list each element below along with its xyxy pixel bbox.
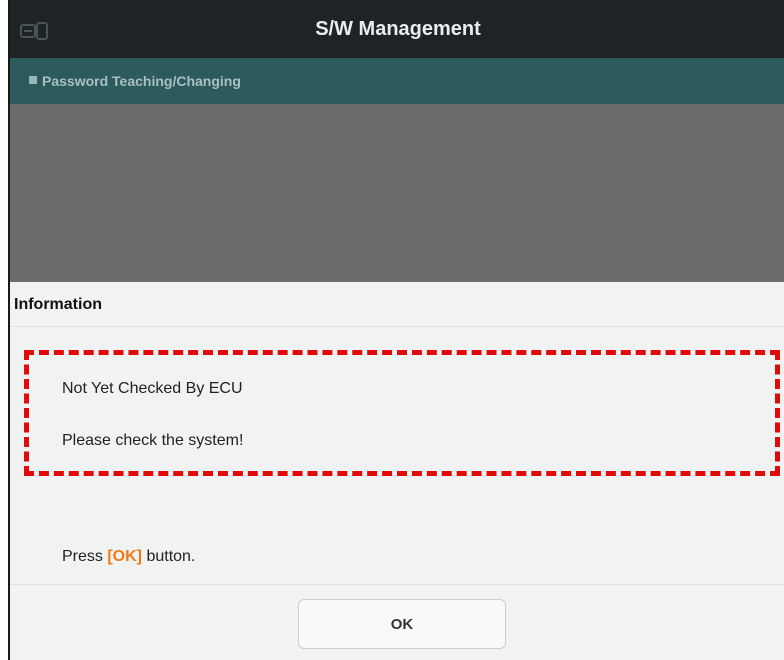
title-bar: S/W Management <box>10 0 784 58</box>
message-line-2: Please check the system! <box>62 432 244 449</box>
message-line-1: Not Yet Checked By ECU <box>62 380 243 397</box>
dialog-title: Information <box>14 296 102 313</box>
app-window: S/W Management Password Teaching/Changin… <box>8 0 784 660</box>
message-highlight-box <box>24 350 780 476</box>
footer-divider <box>10 584 784 585</box>
window-title: S/W Management <box>315 18 481 40</box>
instruction-prefix: Press <box>62 548 108 565</box>
section-bullet-icon <box>29 76 37 84</box>
section-title: Password Teaching/Changing <box>42 73 241 89</box>
information-dialog: Information Not Yet Checked By ECU Pleas… <box>10 282 784 660</box>
instruction-ok-highlight: [OK] <box>107 548 142 565</box>
dialog-header: Information <box>10 282 784 327</box>
instruction-suffix: button. <box>142 548 196 565</box>
ok-button[interactable]: OK <box>298 599 506 649</box>
modal-backdrop <box>10 104 784 282</box>
instruction-text: Press [OK] button. <box>62 548 195 566</box>
